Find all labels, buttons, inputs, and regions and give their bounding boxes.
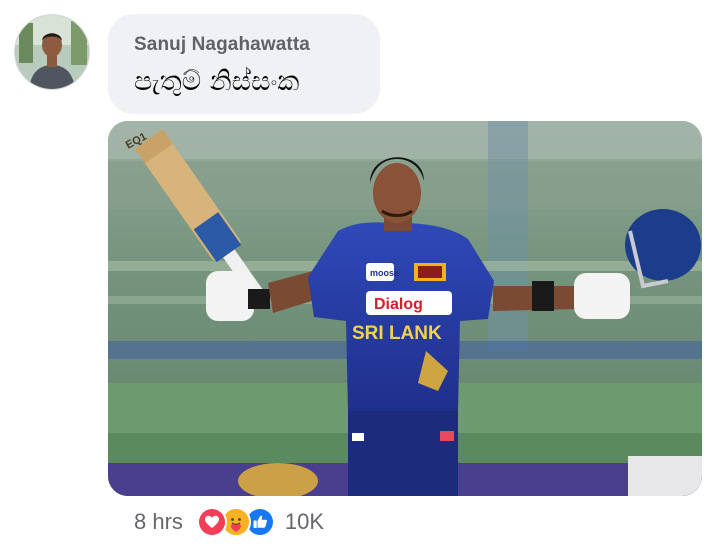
user-avatar-icon	[15, 15, 89, 89]
comment-text: පැතුම් නිස්සංක	[134, 66, 300, 97]
reactions-summary[interactable]	[196, 507, 275, 537]
sponsor-label: Dialog	[374, 296, 423, 313]
reaction-count[interactable]: 10K	[285, 509, 324, 535]
team-label: SRI LANK	[352, 323, 442, 344]
comment-footer: 8 hrs 10K	[134, 500, 324, 544]
commenter-avatar[interactable]	[14, 14, 90, 90]
brand-label: moose	[370, 268, 399, 278]
comment-photo[interactable]: EQ1 moose Dialog SRI LANK	[108, 121, 702, 496]
comment-author-name[interactable]: Sanuj Nagahawatta	[134, 34, 380, 56]
comment-timestamp[interactable]: 8 hrs	[134, 509, 183, 535]
cricketer-photo: EQ1 moose Dialog SRI LANK	[108, 121, 702, 496]
love-icon	[196, 507, 227, 537]
comment-bubble: Sanuj Nagahawatta පැතුම් නිස්සංක	[108, 14, 380, 114]
